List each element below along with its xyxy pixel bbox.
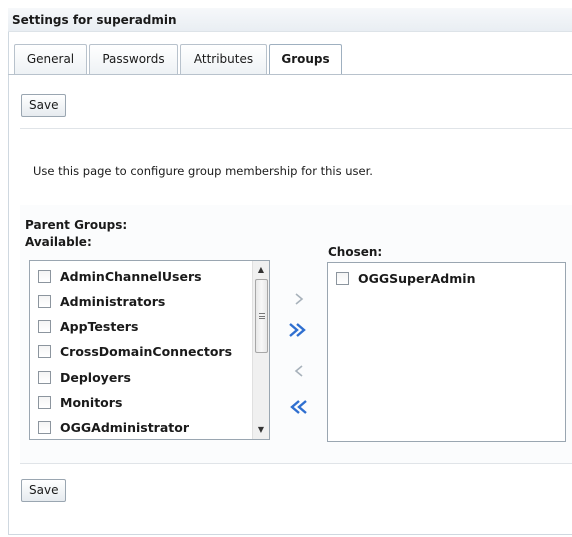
scroll-thumb[interactable] [255, 279, 268, 353]
tab-divider [8, 74, 572, 75]
footer-divider [20, 463, 572, 464]
save-button[interactable]: Save [21, 94, 67, 117]
available-item-adminchannelusers[interactable]: AdminChannelUsers [38, 267, 202, 287]
available-item-deployers[interactable]: Deployers [38, 368, 131, 388]
page-title: Settings for superadmin [8, 8, 572, 32]
chosen-groups-list[interactable]: OGGSuperAdmin [327, 262, 566, 442]
checkbox[interactable] [38, 345, 51, 358]
chosen-item-oggsuperadmin[interactable]: OGGSuperAdmin [336, 269, 475, 289]
grip-icon [259, 313, 265, 319]
tab-passwords[interactable]: Passwords [89, 44, 178, 74]
save-button-bottom[interactable]: Save [21, 479, 67, 502]
available-list-scrollbar[interactable]: ▲ ▼ [252, 261, 269, 439]
move-right-icon [295, 293, 304, 305]
list-item-label: Monitors [60, 395, 123, 410]
list-item-label: CrossDomainConnectors [60, 344, 233, 359]
move-left-button[interactable] [288, 361, 310, 381]
list-item-label: OGGSuperAdmin [358, 271, 476, 286]
list-item-label: AdminChannelUsers [60, 269, 202, 284]
parent-groups-label: Parent Groups: [25, 218, 128, 232]
checkbox[interactable] [38, 421, 51, 434]
panel-bottom-border [8, 534, 572, 535]
scroll-down-icon[interactable]: ▼ [253, 422, 269, 438]
checkbox[interactable] [38, 396, 51, 409]
tab-general[interactable]: General [14, 44, 87, 74]
move-all-left-icon [290, 400, 307, 414]
page-description: Use this page to configure group members… [33, 164, 373, 178]
toolbar-divider [20, 128, 572, 129]
tab-groups[interactable]: Groups [269, 44, 342, 75]
available-item-administrators[interactable]: Administrators [38, 292, 165, 312]
scroll-up-icon[interactable]: ▲ [253, 262, 269, 278]
available-item-oggadministrator[interactable]: OGGAdministrator [38, 418, 189, 438]
list-item-label: Deployers [60, 370, 131, 385]
list-item-label: OGGAdministrator [60, 420, 190, 435]
tab-attributes[interactable]: Attributes [180, 44, 267, 74]
checkbox[interactable] [336, 272, 349, 285]
move-all-right-button[interactable] [286, 320, 308, 340]
available-item-apptesters[interactable]: AppTesters [38, 317, 138, 337]
checkbox[interactable] [38, 371, 51, 384]
move-right-button[interactable] [288, 289, 310, 309]
available-label: Available: [25, 235, 92, 249]
chosen-label: Chosen: [328, 245, 383, 259]
checkbox[interactable] [38, 295, 51, 308]
available-item-crossdomainconnectors[interactable]: CrossDomainConnectors [38, 342, 232, 362]
move-left-icon [294, 365, 303, 377]
list-item-label: AppTesters [60, 319, 139, 334]
list-item-label: Administrators [60, 294, 166, 309]
available-groups-list[interactable]: AdminChannelUsers Administrators AppTest… [29, 260, 270, 440]
move-all-right-icon [289, 323, 306, 337]
move-all-left-button[interactable] [286, 397, 308, 417]
checkbox[interactable] [38, 270, 51, 283]
checkbox[interactable] [38, 320, 51, 333]
available-item-monitors[interactable]: Monitors [38, 393, 122, 413]
